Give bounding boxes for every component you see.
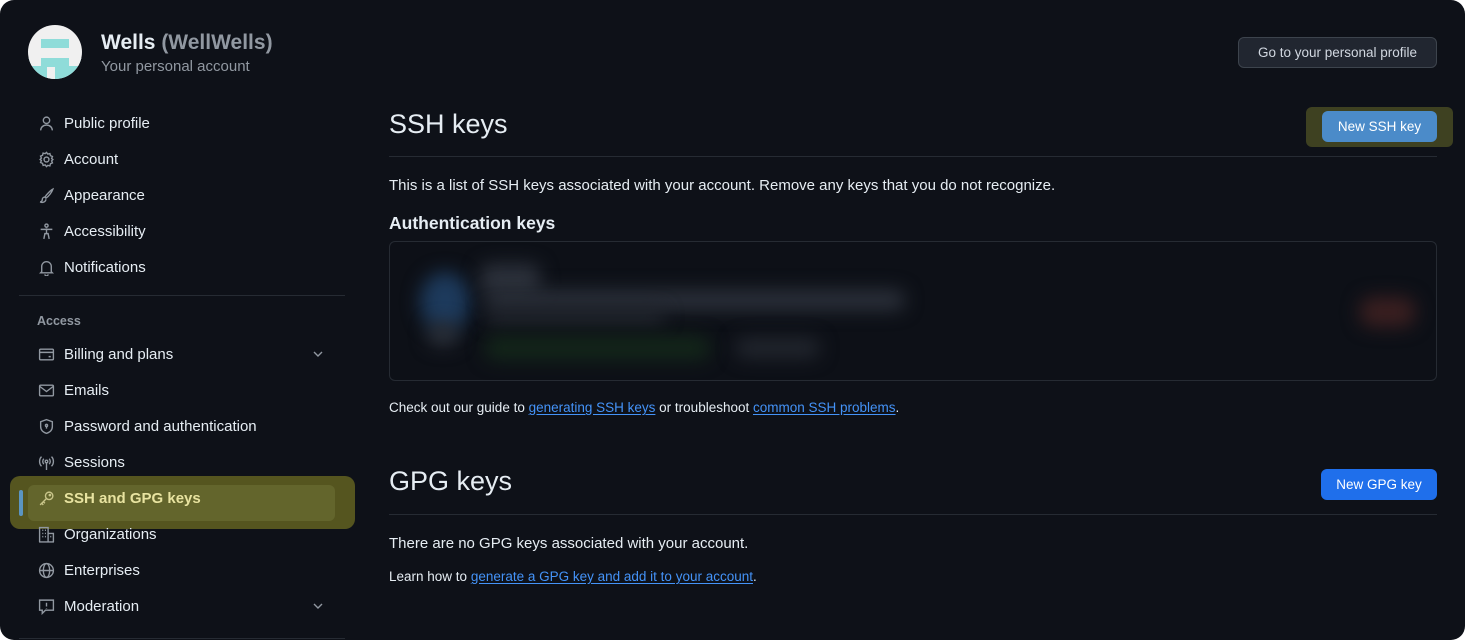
sidebar-item-label: Account — [64, 150, 119, 168]
delete-key-button[interactable] — [1360, 297, 1415, 327]
sidebar-item-label: Sessions — [64, 453, 125, 471]
account-name: Wells (WellWells) — [101, 30, 273, 56]
sidebar-item-ssh-gpg-keys[interactable]: SSH and GPG keys — [19, 480, 345, 516]
person-icon — [37, 114, 55, 132]
paintbrush-icon — [37, 186, 55, 204]
generating-ssh-keys-link[interactable]: generating SSH keys — [529, 400, 656, 415]
report-icon — [37, 597, 55, 615]
sidebar-item-notifications[interactable]: Notifications — [19, 249, 345, 285]
ssh-description: This is a list of SSH keys associated wi… — [389, 177, 1056, 194]
ssh-key-list-item — [389, 241, 1437, 381]
sidebar-item-label: Emails — [64, 381, 110, 399]
sidebar-item-label: Appearance — [64, 186, 145, 204]
gear-icon — [37, 150, 55, 168]
chevron-down-icon[interactable] — [310, 346, 326, 362]
key-fingerprint-redacted — [485, 290, 905, 310]
sidebar-item-enterprises[interactable]: Enterprises — [19, 552, 345, 588]
key-access-redacted — [735, 338, 820, 358]
sidebar-divider — [19, 638, 345, 639]
ssh-help-prefix: Check out our guide to — [389, 400, 529, 415]
sidebar-section-access: Access — [37, 314, 81, 328]
new-ssh-key-button[interactable]: New SSH key — [1322, 111, 1437, 142]
key-added-date-redacted — [485, 308, 665, 324]
gpg-empty-state: There are no GPG keys associated with yo… — [389, 535, 749, 552]
gpg-help-text: Learn how to generate a GPG key and add … — [389, 569, 757, 584]
key-last-used-redacted — [485, 336, 710, 360]
key-icon — [37, 489, 55, 507]
shield-lock-icon — [37, 417, 55, 435]
sidebar-item-label: Accessibility — [64, 222, 146, 240]
gpg-keys-title: GPG keys — [389, 466, 513, 496]
sidebar-item-label: Organizations — [64, 525, 157, 543]
key-type-label-redacted — [428, 322, 458, 346]
gpg-help-prefix: Learn how to — [389, 569, 471, 584]
ssh-help-text: Check out our guide to generating SSH ke… — [389, 400, 899, 415]
sidebar-item-billing[interactable]: Billing and plans — [19, 336, 345, 372]
sidebar-item-label: Billing and plans — [64, 345, 174, 363]
ssh-keys-title: SSH keys — [389, 109, 508, 139]
sidebar-item-accessibility[interactable]: Accessibility — [19, 213, 345, 249]
sidebar-item-label: Public profile — [64, 114, 150, 132]
account-subtitle: Your personal account — [101, 57, 250, 75]
common-ssh-problems-link[interactable]: common SSH problems — [753, 400, 896, 415]
ssh-help-middle: or troubleshoot — [655, 400, 753, 415]
credit-card-icon — [37, 345, 55, 363]
generate-gpg-key-link[interactable]: generate a GPG key and add it to your ac… — [471, 569, 753, 584]
new-gpg-key-button[interactable]: New GPG key — [1321, 469, 1437, 500]
sidebar-item-label: SSH and GPG keys — [64, 489, 201, 507]
sidebar-item-moderation[interactable]: Moderation — [19, 588, 345, 624]
mail-icon — [37, 381, 55, 399]
accessibility-icon — [37, 222, 55, 240]
sidebar-item-appearance[interactable]: Appearance — [19, 177, 345, 213]
ssh-help-suffix: . — [895, 400, 900, 415]
broadcast-icon — [37, 453, 55, 471]
sidebar-item-emails[interactable]: Emails — [19, 372, 345, 408]
profile-header: Wells (WellWells) Your personal account — [28, 25, 273, 79]
gpg-header-divider — [389, 514, 1437, 515]
settings-page: Wells (WellWells) Your personal account … — [0, 0, 1465, 640]
sidebar-item-account[interactable]: Account — [19, 141, 345, 177]
organization-icon — [37, 525, 55, 543]
bell-icon — [37, 258, 55, 276]
sidebar-item-label: Notifications — [64, 258, 146, 276]
settings-sidebar: Public profile Account Appearance Access… — [19, 105, 345, 624]
sidebar-item-label: Password and authentication — [64, 417, 257, 435]
sidebar-item-organizations[interactable]: Organizations — [19, 516, 345, 552]
go-to-profile-button[interactable]: Go to your personal profile — [1238, 37, 1437, 68]
display-name: Wells — [101, 30, 156, 54]
sidebar-item-public-profile[interactable]: Public profile — [19, 105, 345, 141]
sidebar-item-password-auth[interactable]: Password and authentication — [19, 408, 345, 444]
ssh-header-divider — [389, 156, 1437, 157]
sidebar-item-label: Moderation — [64, 597, 140, 615]
username: (WellWells) — [161, 30, 273, 54]
chevron-down-icon[interactable] — [310, 598, 326, 614]
gpg-help-suffix: . — [753, 569, 757, 584]
sidebar-divider — [19, 295, 345, 296]
sidebar-item-sessions[interactable]: Sessions — [19, 444, 345, 480]
sidebar-item-label: Enterprises — [64, 561, 140, 579]
avatar[interactable] — [28, 25, 82, 79]
authentication-keys-title: Authentication keys — [389, 213, 556, 233]
globe-icon — [37, 561, 55, 579]
